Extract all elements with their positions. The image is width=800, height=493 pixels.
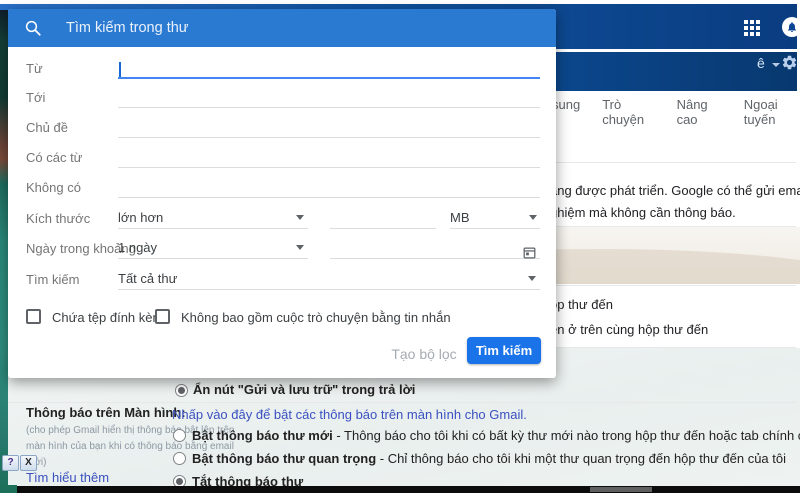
advanced-search-dialog: Tìm kiếm trong thư Từ Tới Chủ đề Có các …: [8, 9, 556, 378]
radio-hide-send-archive[interactable]: [175, 384, 188, 397]
option-fragment-1: ộp thư đến: [550, 297, 613, 312]
size-unit-underline: [450, 228, 540, 229]
subject-label: Chủ đề: [26, 120, 68, 135]
capture-helper-widget: ? X: [2, 455, 37, 471]
settings-tabs: sung Trò chuyện Nâng cao Ngoại tuyến: [552, 97, 800, 127]
has-words-label: Có các từ: [26, 150, 82, 165]
size-label: Kích thước: [26, 211, 90, 226]
has-words-input[interactable]: [118, 167, 540, 168]
helper-close-button[interactable]: X: [20, 455, 37, 471]
has-attachment-checkbox[interactable]: [26, 309, 41, 324]
search-button[interactable]: Tìm kiếm: [467, 337, 541, 364]
reply-option-label: Ẩn nút "Gửi và lưu trữ" trong trả lời: [193, 382, 415, 397]
subject-input[interactable]: [118, 137, 540, 138]
from-label: Từ: [26, 61, 43, 76]
option-fragment-2: ền ở trên cùng hộp thư đến: [550, 322, 708, 337]
search-scope-underline: [118, 289, 540, 290]
important-option-rest: - Chỉ thông báo cho tôi khi một thư quan…: [376, 451, 786, 466]
size-operator-select[interactable]: lớn hơn: [118, 210, 163, 225]
dropdown-arrow-icon[interactable]: [529, 215, 537, 220]
tab-addons-cut[interactable]: sung: [552, 97, 580, 127]
search-input-placeholder[interactable]: Tìm kiếm trong thư: [66, 20, 189, 36]
to-label: Tới: [26, 90, 45, 105]
date-range-underline: [118, 258, 308, 259]
gmail-advanced-search-screen: ê sung Trò chuyện Nâng cao Ngoại tuyến a…: [0, 0, 800, 493]
date-range-select[interactable]: 1 ngày: [118, 240, 157, 255]
chevron-down-icon[interactable]: [772, 63, 780, 67]
from-input[interactable]: [118, 77, 540, 79]
bottom-scrollbar-thumb[interactable]: [590, 487, 652, 492]
dropdown-arrow-icon[interactable]: [528, 276, 536, 281]
new-mail-option-rest: - Thông báo cho tôi khi có bất kỳ thư mớ…: [333, 428, 800, 443]
theme-image-strip: [0, 10, 8, 493]
size-operator-underline: [118, 228, 308, 229]
has-attachment-label: Chứa tệp đính kèm: [52, 310, 163, 325]
tab-offline[interactable]: Ngoại tuyến: [744, 97, 800, 127]
radio-new-mail-notifications[interactable]: [173, 429, 186, 442]
notification-bell-icon[interactable]: [782, 17, 800, 37]
exclude-chats-label: Không bao gồm cuộc trò chuyện bằng tin n…: [181, 310, 451, 325]
tab-chat[interactable]: Trò chuyện: [602, 97, 654, 127]
desktop-notifications-label: Thông báo trên Màn hình:: [26, 405, 186, 420]
doesnt-have-input[interactable]: [118, 197, 540, 198]
enable-desktop-notifications-link[interactable]: Nhấp vào đây để bật các thông báo trên m…: [172, 407, 527, 422]
size-unit-select[interactable]: MB: [450, 210, 470, 225]
row-divider: [8, 402, 796, 403]
search-scope-select[interactable]: Tất cả thư: [118, 271, 177, 286]
bell-glyph: [786, 21, 798, 33]
gear-icon[interactable]: [781, 54, 798, 71]
calendar-icon[interactable]: [522, 245, 537, 265]
exclude-chats-checkbox[interactable]: [155, 309, 170, 324]
bottom-bar: [0, 486, 800, 493]
new-mail-option-bold: Bật thông báo thư mới: [192, 428, 333, 443]
helper-question-button[interactable]: ?: [2, 455, 19, 471]
search-dialog-header: Tìm kiếm trong thư: [8, 9, 556, 47]
dropdown-arrow-icon[interactable]: [296, 245, 304, 250]
doesnt-have-label: Không có: [26, 180, 81, 195]
search-scope-label: Tìm kiếm: [26, 272, 79, 287]
to-input[interactable]: [118, 107, 540, 108]
dev-notice-line1: ang được phát triển. Google có thể gửi e…: [550, 183, 800, 198]
create-filter-button[interactable]: Tạo bộ lọc: [391, 343, 457, 365]
text-cursor: [119, 62, 121, 77]
dropdown-arrow-icon[interactable]: [296, 215, 304, 220]
important-option-bold: Bật thông báo thư quan trọng: [192, 451, 376, 466]
date-input[interactable]: [330, 258, 540, 259]
dev-notice-line2: ghiệm mà không cần thông báo.: [550, 205, 736, 220]
radio-important-mail-notifications[interactable]: [173, 452, 186, 465]
size-amount-input[interactable]: [330, 228, 436, 229]
profile-email-fragment[interactable]: ê: [757, 55, 765, 71]
search-icon[interactable]: [24, 19, 42, 42]
important-option-label: Bật thông báo thư quan trọng - Chỉ thông…: [192, 451, 786, 466]
learn-more-link[interactable]: Tìm hiểu thêm: [26, 470, 109, 485]
apps-grid-icon[interactable]: [744, 20, 760, 36]
tab-advanced[interactable]: Nâng cao: [677, 97, 722, 127]
new-mail-option-label: Bật thông báo thư mới - Thông báo cho tô…: [192, 428, 800, 443]
bottom-bar-theme-corner: [0, 485, 17, 493]
